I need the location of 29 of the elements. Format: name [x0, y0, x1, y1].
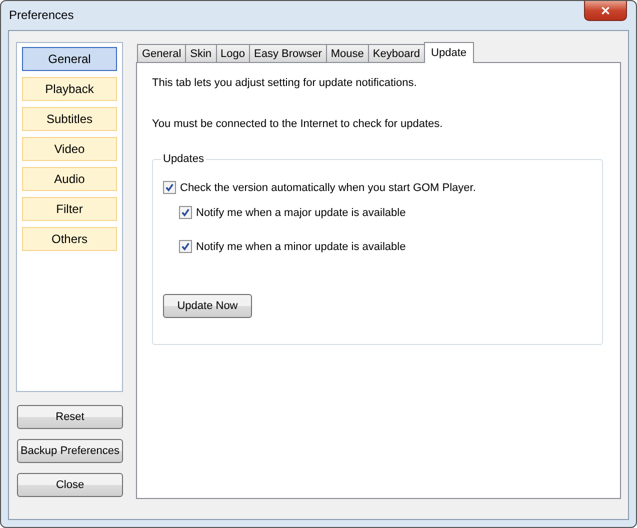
category-item[interactable]: Video: [22, 137, 117, 161]
close-button[interactable]: ✕: [584, 1, 627, 21]
option-label: Notify me when a major update is available: [196, 206, 406, 218]
window-title: Preferences: [8, 8, 74, 22]
group-title: Updates: [162, 153, 205, 165]
category-item[interactable]: Subtitles: [22, 107, 117, 131]
tab[interactable]: Update: [424, 42, 474, 63]
tab[interactable]: Mouse: [326, 44, 369, 62]
category-item[interactable]: Playback: [22, 77, 117, 101]
option-label: Notify me when a minor update is available: [196, 240, 406, 252]
side-button[interactable]: Close: [17, 473, 123, 497]
checkbox[interactable]: [179, 206, 192, 219]
checkbox[interactable]: [163, 181, 176, 194]
checkbox[interactable]: [179, 240, 192, 253]
category-item[interactable]: Others: [22, 227, 117, 251]
category-item[interactable]: Filter: [22, 197, 117, 221]
info-text: You must be connected to the Internet to check for updates.: [152, 118, 444, 130]
info-text: This tab lets you adjust setting for update notifications.: [152, 77, 418, 89]
tab[interactable]: General: [137, 44, 186, 62]
tab[interactable]: Easy Browser: [249, 44, 327, 62]
category-item[interactable]: General: [22, 47, 117, 71]
tab[interactable]: Logo: [216, 44, 250, 62]
tab[interactable]: Skin: [185, 44, 217, 62]
option-label: Check the version automatically when you start GOM Player.: [180, 182, 476, 194]
category-item[interactable]: Audio: [22, 167, 117, 191]
update-now-button[interactable]: Update Now: [163, 294, 252, 318]
tab[interactable]: Keyboard: [368, 44, 426, 62]
side-button[interactable]: Backup Preferences: [17, 439, 123, 463]
side-button[interactable]: Reset: [17, 405, 123, 429]
